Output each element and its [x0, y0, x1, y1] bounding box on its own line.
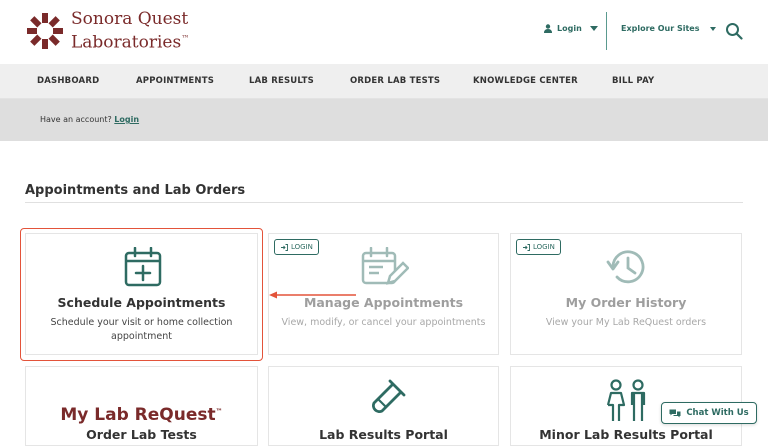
- logo-line-2: Laboratories: [71, 32, 182, 53]
- logo-wordmark: Sonora Quest Laboratories™: [71, 10, 189, 53]
- sonora-quest-logo-icon: [27, 13, 63, 50]
- family-icon: [606, 379, 646, 421]
- section-divider: [25, 202, 743, 203]
- chat-bubbles-icon: [669, 409, 681, 417]
- site-logo[interactable]: Sonora Quest Laboratories™: [25, 10, 189, 53]
- chevron-down-icon: [709, 26, 716, 31]
- card-subtitle: View, modify, or cancel your appointment…: [281, 317, 486, 328]
- login-badge: LOGIN: [274, 239, 319, 255]
- nav-item-bill-pay[interactable]: BILL PAY: [612, 76, 654, 86]
- nav-item-dashboard[interactable]: DASHBOARD: [37, 76, 99, 86]
- lab-results-portal-card[interactable]: Lab Results Portal: [268, 366, 499, 446]
- order-history-card[interactable]: LOGIN My Order History View your My Lab …: [510, 233, 742, 355]
- login-badge-label: LOGIN: [533, 243, 555, 251]
- banner-text: Have an account? Login: [40, 115, 139, 124]
- logo-line-1: Sonora Quest: [71, 9, 189, 29]
- login-banner: Have an account? Login: [0, 99, 768, 141]
- sign-in-icon: [523, 243, 530, 251]
- card-title: Order Lab Tests: [86, 427, 197, 442]
- banner-login-link[interactable]: Login: [114, 115, 139, 124]
- card-subtitle: View your My Lab ReQuest orders: [545, 317, 707, 328]
- header-login-label: Login: [557, 24, 582, 33]
- my-lab-request-logo: My Lab ReQuest™: [26, 405, 257, 425]
- header-login-dropdown[interactable]: Login: [544, 24, 598, 33]
- logo-trademark: ™: [181, 34, 190, 43]
- user-icon: [544, 24, 552, 33]
- nav-item-knowledge-center[interactable]: KNOWLEDGE CENTER: [473, 76, 578, 86]
- explore-sites-label: Explore Our Sites: [621, 24, 700, 33]
- login-badge-label: LOGIN: [291, 243, 313, 251]
- highlight-outline: [20, 228, 263, 361]
- card-title: Minor Lab Results Portal: [539, 427, 713, 442]
- chat-label: Chat With Us: [686, 408, 749, 418]
- pointer-arrow: [269, 291, 356, 299]
- chevron-down-icon: [589, 26, 598, 31]
- my-lab-request-logo-text-b: Quest: [159, 405, 216, 425]
- history-icon: [606, 250, 645, 284]
- calendar-edit-icon: [361, 247, 409, 285]
- chat-with-us-button[interactable]: Chat With Us: [661, 402, 757, 424]
- explore-sites-dropdown[interactable]: Explore Our Sites: [621, 24, 716, 33]
- test-tube-icon: [372, 379, 406, 413]
- site-header: Sonora Quest Laboratories™ Login Explore…: [0, 0, 768, 64]
- order-lab-tests-card[interactable]: My Lab ReQuest™ Order Lab Tests: [25, 366, 258, 446]
- my-lab-request-logo-tm: ™: [215, 407, 223, 416]
- card-title: Lab Results Portal: [319, 427, 448, 442]
- card-title: My Order History: [565, 295, 687, 310]
- search-icon[interactable]: [725, 22, 743, 40]
- header-divider: [606, 12, 607, 50]
- main-nav: DASHBOARD APPOINTMENTS LAB RESULTS ORDER…: [0, 64, 768, 99]
- nav-item-lab-results[interactable]: LAB RESULTS: [249, 76, 314, 86]
- login-badge: LOGIN: [516, 239, 561, 255]
- nav-item-appointments[interactable]: APPOINTMENTS: [136, 76, 214, 86]
- my-lab-request-logo-text-a: My Lab Re: [60, 405, 160, 425]
- section-title: Appointments and Lab Orders: [25, 183, 246, 198]
- banner-prompt: Have an account?: [40, 115, 115, 124]
- nav-item-order-lab-tests[interactable]: ORDER LAB TESTS: [350, 76, 440, 86]
- sign-in-icon: [281, 243, 288, 251]
